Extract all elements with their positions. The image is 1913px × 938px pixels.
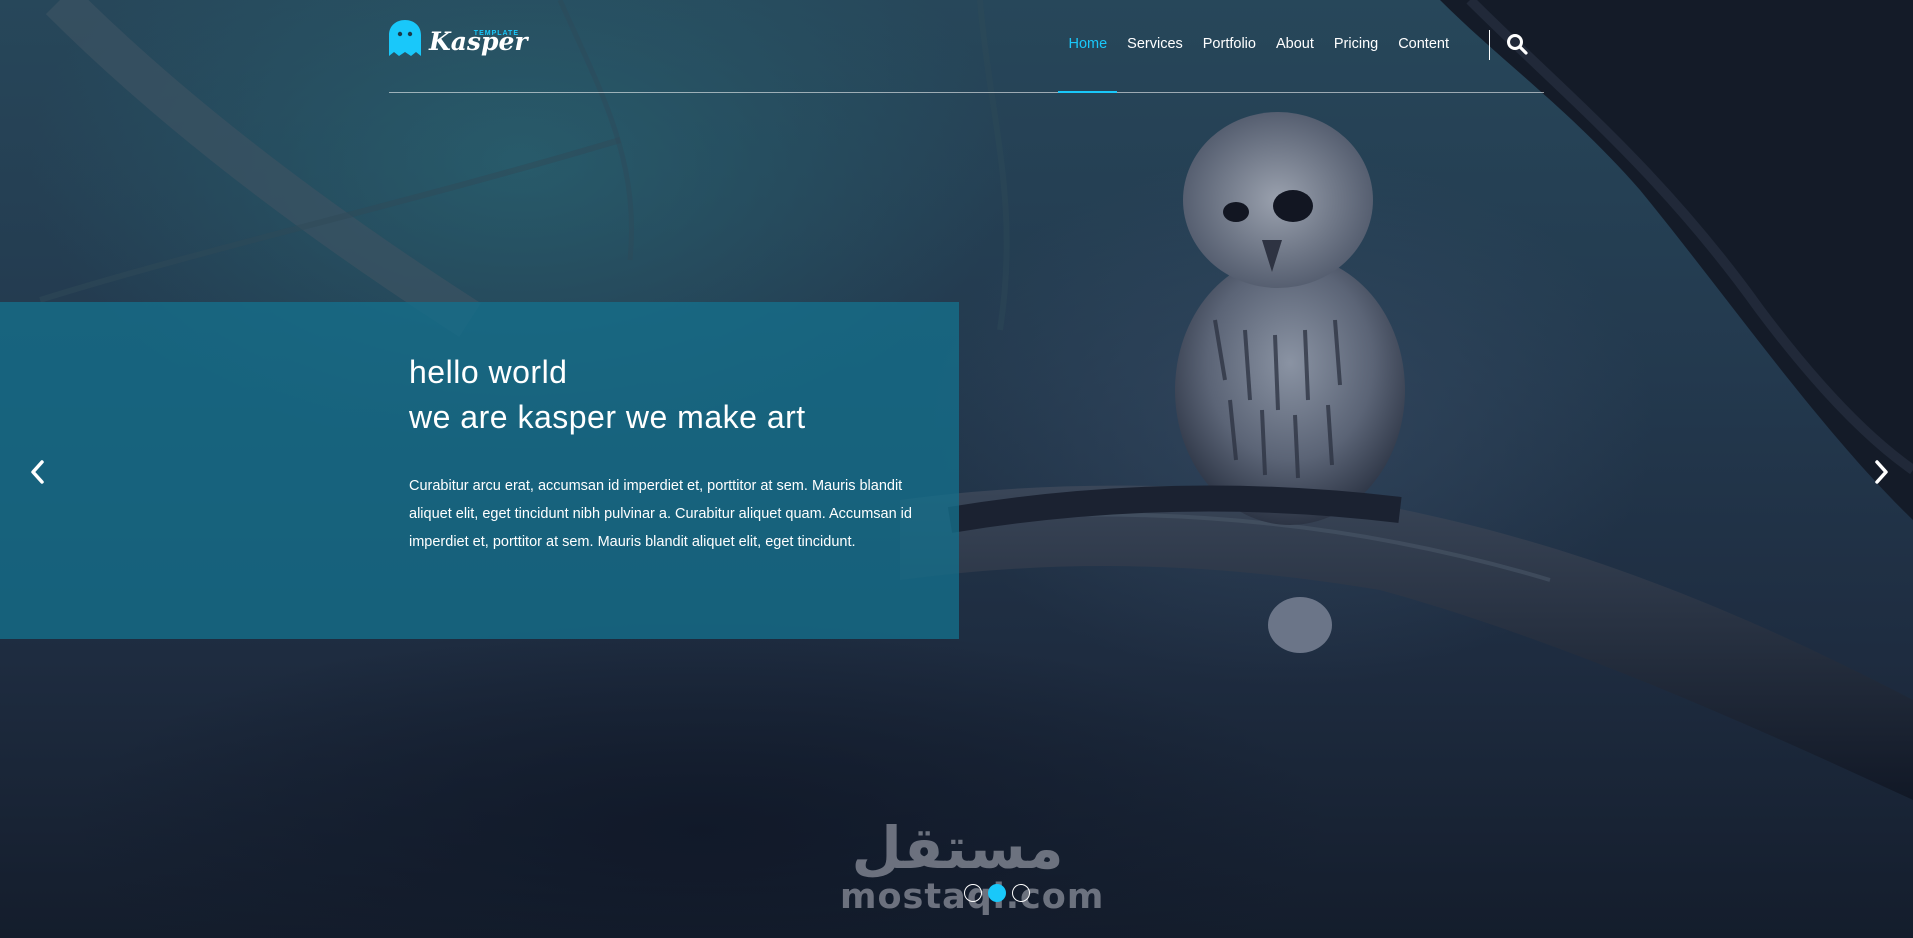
chevron-right-icon <box>1875 460 1888 484</box>
slide-bullet-3[interactable] <box>1012 884 1030 902</box>
nav-item-portfolio[interactable]: Portfolio <box>1193 0 1266 92</box>
chevron-left-icon <box>31 460 44 484</box>
nav-item-pricing[interactable]: Pricing <box>1324 0 1388 92</box>
hero-description: Curabitur arcu erat, accumsan id imperdi… <box>409 478 912 550</box>
ghost-icon <box>389 20 421 56</box>
slide-bullet-2[interactable] <box>988 884 1006 902</box>
search-icon[interactable] <box>1506 33 1528 55</box>
nav-divider <box>1489 30 1490 60</box>
hero-content: hello world we are kasper we make art Cu… <box>409 352 929 571</box>
logo[interactable]: TEMPLATE Kasper <box>389 20 528 56</box>
logo-text: TEMPLATE Kasper <box>429 20 528 56</box>
slider-bullets <box>964 884 1030 902</box>
watermark-latin: mostaql.com <box>840 877 1105 917</box>
watermark: مستقل mostaql.com <box>840 814 1105 920</box>
prev-slide-button[interactable] <box>23 455 53 489</box>
hero-content-panel: hello world we are kasper we make art Cu… <box>0 302 959 639</box>
hero-title-line1: hello world <box>409 354 568 390</box>
hero-title-line2: we are kasper we make art <box>409 399 806 435</box>
nav-item-about[interactable]: About <box>1266 0 1324 92</box>
nav-item-content[interactable]: Content <box>1388 0 1459 92</box>
site-header: TEMPLATE Kasper Home Services Portfolio … <box>389 0 1544 93</box>
logo-name: Kasper <box>429 27 528 56</box>
watermark-arabic: مستقل <box>851 814 1064 882</box>
nav-item-home[interactable]: Home <box>1058 0 1117 93</box>
slide-bullet-1[interactable] <box>964 884 982 902</box>
nav-item-services[interactable]: Services <box>1117 0 1193 92</box>
main-nav: Home Services Portfolio About Pricing Co… <box>1058 0 1459 93</box>
hero-section: TEMPLATE Kasper Home Services Portfolio … <box>0 0 1913 938</box>
next-slide-button[interactable] <box>1866 455 1896 489</box>
